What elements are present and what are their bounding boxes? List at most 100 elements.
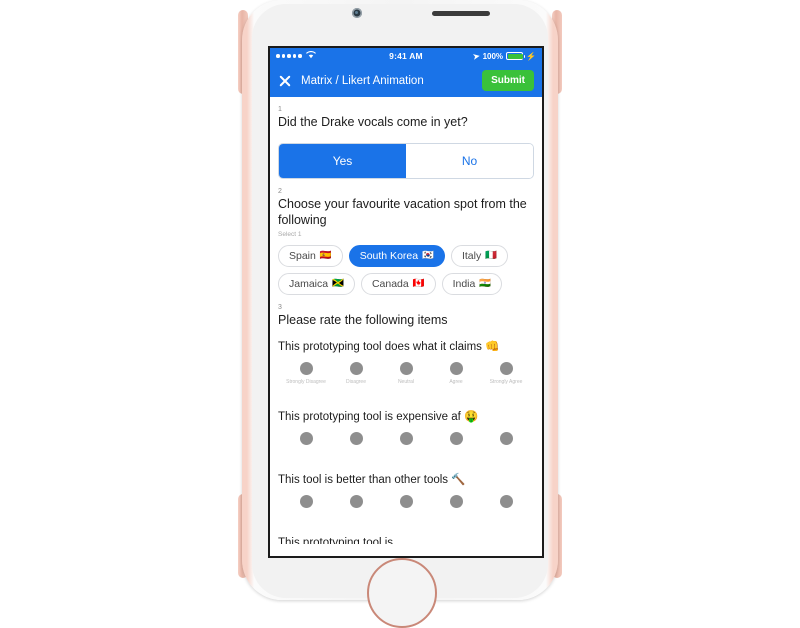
chip-jamaica[interactable]: Jamaica 🇯🇲 [278, 272, 355, 295]
matrix-spacer-2 [278, 447, 534, 472]
navigation-bar: Matrix / Likert Animation Submit [270, 64, 542, 97]
matrix-row-3-scale [278, 495, 534, 508]
radio-strongly-disagree-row2[interactable] [299, 432, 313, 445]
phone-body: 9:41 AM ➤ 100% ⚡ Matrix / Likert Animati… [242, 0, 558, 628]
scale-cell-disagree: Disagree [334, 362, 378, 385]
question-2-title: Choose your favourite vacation spot from… [278, 197, 527, 227]
survey-scroll-content[interactable]: 1 Did the Drake vocals come in yet? Yes … [270, 97, 542, 556]
question-2-number: 2 [278, 188, 282, 196]
radio-strongly-agree-row3[interactable] [499, 495, 513, 508]
phone-screen: 9:41 AM ➤ 100% ⚡ Matrix / Likert Animati… [268, 46, 544, 558]
radio-strongly-agree-row2[interactable] [499, 432, 513, 445]
matrix-row-2-scale [278, 432, 534, 445]
chip-south-korea-label: South Korea [359, 249, 419, 262]
scale-cell-row3-3 [384, 495, 428, 508]
likert-matrix: This prototyping tool does what it claim… [278, 339, 534, 544]
scale-cell-row2-2 [334, 432, 378, 445]
radio-strongly-disagree-row3[interactable] [299, 495, 313, 508]
question-2-hint: Select 1 [278, 230, 302, 238]
radio-neutral-row2[interactable] [399, 432, 413, 445]
scale-cell-strongly-disagree: Strongly Disagree [284, 362, 328, 385]
segment-option-no[interactable]: No [406, 144, 533, 179]
matrix-row-3: This tool is better than other tools 🔨 [278, 472, 534, 508]
question-3: 3 Please rate the following items This p… [278, 304, 534, 544]
question-1-number: 1 [278, 106, 282, 113]
flag-italy-icon: 🇮🇹 [485, 250, 498, 262]
scale-cell-row2-3 [384, 432, 428, 445]
lightning-bolt-icon: ⚡ [526, 51, 536, 61]
matrix-row-1-scale: Strongly Disagree Disagree Neutral Agree… [278, 362, 534, 385]
chip-india[interactable]: India 🇮🇳 [441, 272, 503, 295]
scale-cell-row2-1 [284, 432, 328, 445]
chip-row-2: Jamaica 🇯🇲 Canada 🇨🇦 India 🇮🇳 [278, 272, 534, 295]
scale-cell-row3-1 [284, 495, 328, 508]
earpiece-speaker-icon [432, 11, 490, 16]
scale-label-neutral: Neutral [397, 379, 415, 385]
chip-italy-label: Italy [461, 249, 482, 262]
scale-label-disagree: Disagree [345, 379, 366, 385]
chip-italy[interactable]: Italy 🇮🇹 [450, 244, 509, 267]
flag-canada-icon: 🇨🇦 [412, 278, 425, 290]
yes-no-segmented-control[interactable]: Yes No [278, 143, 534, 180]
scale-cell-neutral: Neutral [384, 362, 428, 385]
scale-label-strongly-agree: Strongly Agree [489, 379, 523, 385]
scale-label-agree: Agree [449, 379, 463, 385]
battery-icon [506, 52, 526, 60]
country-chip-group: Spain 🇪🇸 South Korea 🇰🇷 Italy 🇮🇹 Jamaica… [278, 244, 534, 295]
home-button[interactable] [367, 558, 437, 628]
radio-disagree-row1[interactable] [349, 362, 363, 375]
flag-spain-icon: 🇪🇸 [319, 250, 332, 262]
matrix-spacer-3 [278, 510, 534, 535]
matrix-row-4-label-clipped: This prototyping tool is ... [278, 537, 406, 544]
chip-row-1: Spain 🇪🇸 South Korea 🇰🇷 Italy 🇮🇹 [278, 244, 534, 267]
radio-strongly-disagree-row1[interactable] [299, 362, 313, 375]
radio-neutral-row3[interactable] [399, 495, 413, 508]
matrix-row-2: This prototyping tool is expensive af 🤑 [278, 409, 534, 445]
scale-cell-strongly-agree: Strongly Agree [484, 362, 528, 385]
question-1-title: Did the Drake vocals come in yet? [278, 115, 468, 129]
matrix-row-1-label: This prototyping tool does what it claim… [278, 341, 500, 353]
chip-jamaica-label: Jamaica [289, 277, 329, 290]
segment-option-yes[interactable]: Yes [279, 144, 406, 179]
chip-canada[interactable]: Canada 🇨🇦 [360, 272, 436, 295]
question-2: 2 Choose your favourite vacation spot fr… [278, 188, 534, 295]
close-x-icon[interactable] [278, 74, 292, 88]
chip-spain[interactable]: Spain 🇪🇸 [278, 244, 343, 267]
flag-jamaica-icon: 🇯🇲 [332, 278, 344, 290]
location-arrow-icon: ➤ [472, 50, 481, 62]
scale-label-strongly-disagree: Strongly Disagree [286, 379, 326, 385]
chip-india-label: India [452, 277, 476, 290]
chip-south-korea[interactable]: South Korea 🇰🇷 [348, 244, 445, 267]
matrix-spacer-1 [278, 387, 534, 409]
scale-cell-row3-5 [484, 495, 528, 508]
radio-disagree-row3[interactable] [349, 495, 363, 508]
matrix-row-3-label: This tool is better than other tools 🔨 [278, 474, 466, 486]
scale-cell-row2-4 [434, 432, 478, 445]
radio-agree-row2[interactable] [449, 432, 463, 445]
matrix-row-2-label: This prototyping tool is expensive af 🤑 [278, 411, 479, 423]
question-1: 1 Did the Drake vocals come in yet? Yes … [278, 106, 534, 180]
front-camera-icon [352, 8, 362, 18]
status-bar: 9:41 AM ➤ 100% ⚡ [270, 48, 542, 64]
radio-disagree-row2[interactable] [349, 432, 363, 445]
matrix-row-1: This prototyping tool does what it claim… [278, 339, 534, 385]
flag-south-korea-icon: 🇰🇷 [422, 250, 434, 262]
radio-agree-row1[interactable] [449, 362, 463, 375]
scale-cell-row2-5 [484, 432, 528, 445]
question-3-number: 3 [278, 303, 282, 311]
flag-india-icon: 🇮🇳 [479, 278, 492, 290]
battery-percent-label: 100% [482, 51, 504, 61]
phone-device: 9:41 AM ➤ 100% ⚡ Matrix / Likert Animati… [238, 0, 562, 628]
chip-canada-label: Canada [371, 277, 409, 290]
submit-button[interactable]: Submit [482, 70, 534, 91]
question-3-title: Please rate the following items [278, 312, 448, 327]
radio-neutral-row1[interactable] [399, 362, 413, 375]
radio-strongly-agree-row1[interactable] [499, 362, 513, 375]
status-right-group: ➤ 100% ⚡ [472, 50, 536, 62]
scale-cell-agree: Agree [434, 362, 478, 385]
chip-spain-label: Spain [289, 249, 316, 262]
scale-cell-row3-2 [334, 495, 378, 508]
scale-cell-row3-4 [434, 495, 478, 508]
radio-agree-row3[interactable] [449, 495, 463, 508]
page-title: Matrix / Likert Animation [301, 74, 424, 87]
